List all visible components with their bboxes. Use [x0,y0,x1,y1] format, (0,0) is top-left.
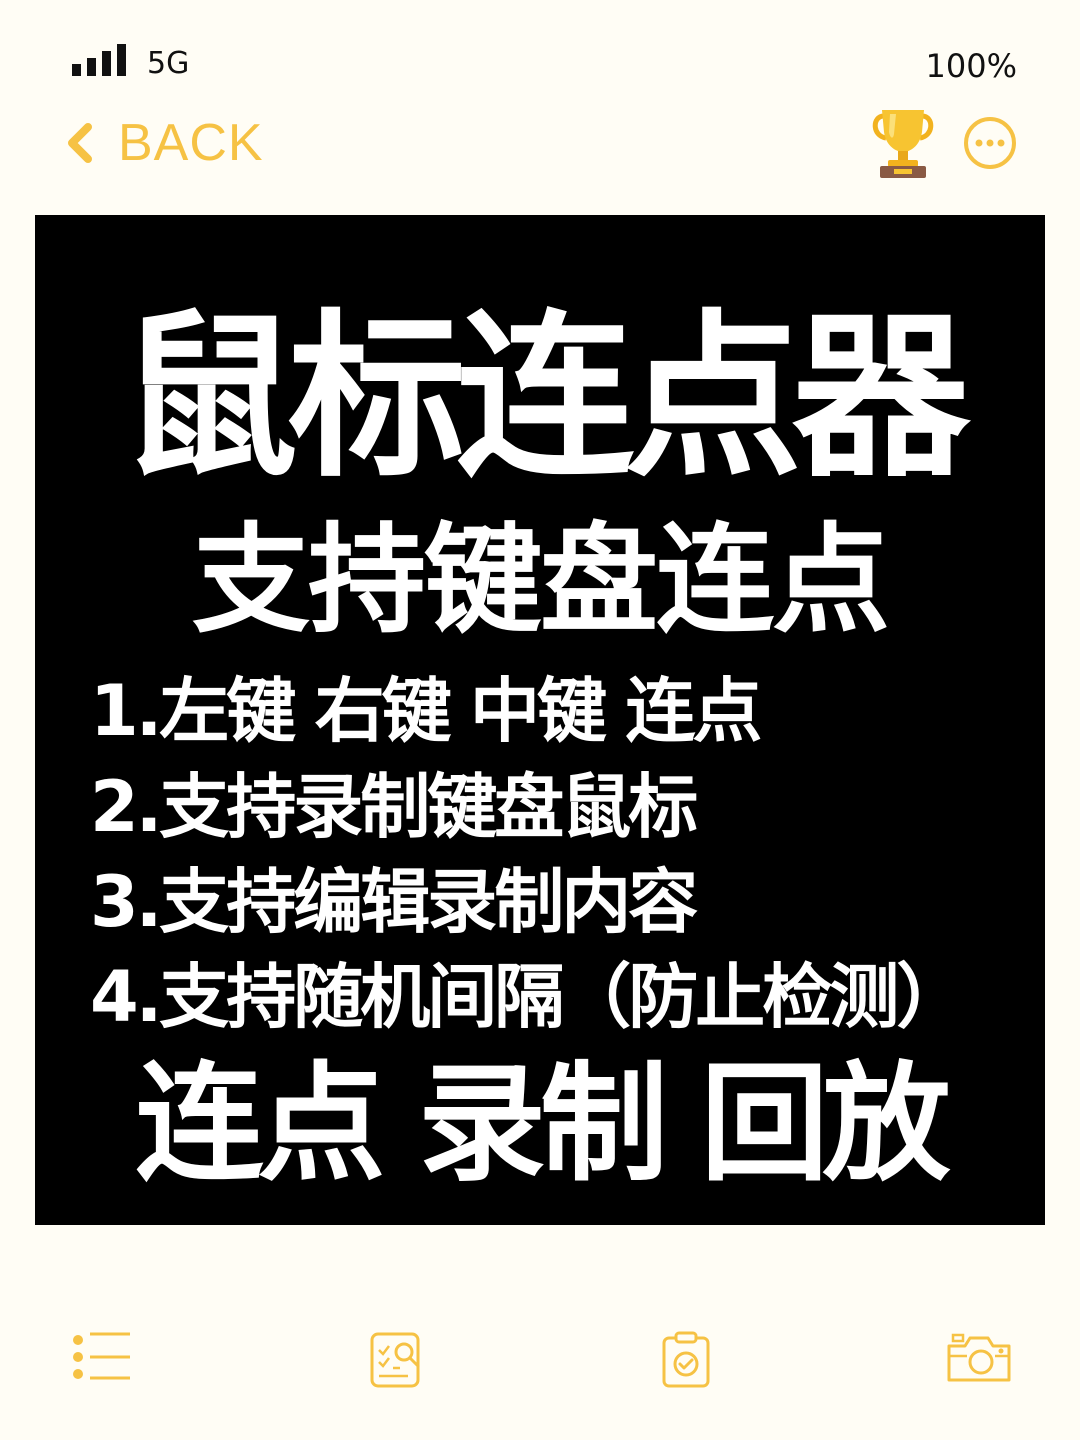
back-label: BACK [118,114,264,172]
notes-icon[interactable] [368,1330,424,1390]
camera-icon[interactable] [945,1330,1013,1386]
back-button[interactable]: BACK [62,108,264,178]
network-type: 5G [147,46,190,81]
battery-level: 100% [925,47,1017,85]
image-tagline: 连点 录制 回放 [135,1050,950,1199]
list-icon[interactable] [70,1330,134,1386]
feature-line-3: 3.支持编辑录制内容 [90,861,698,943]
image-headline: 鼠标连点器 [120,294,970,501]
signal-icon [72,44,126,76]
clipboard-check-icon[interactable] [660,1330,712,1390]
trophy-icon[interactable] [870,108,936,178]
post-image: 鼠标连点器 支持键盘连点 1.左键 右键 中键 连点 2.支持录制键盘鼠标 3.… [35,215,1045,1225]
nav-bar: BACK [0,100,1080,190]
more-icon[interactable] [962,115,1018,171]
feature-line-2: 2.支持录制键盘鼠标 [90,766,698,848]
feature-line-1: 1.左键 右键 中键 连点 [90,670,762,752]
status-bar: 5G 100% [0,0,1080,100]
feature-line-4: 4.支持随机间隔（防止检测） [90,956,966,1038]
image-subhead: 支持键盘连点 [191,511,890,649]
chevron-left-icon [68,123,92,163]
bottom-toolbar [0,1320,1080,1410]
